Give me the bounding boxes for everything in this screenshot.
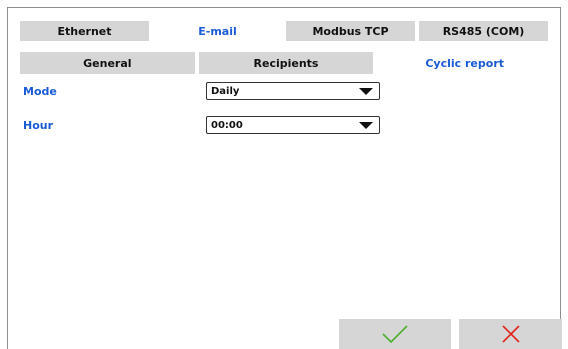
chevron-down-icon — [359, 122, 373, 129]
mode-select-value: Daily — [211, 85, 240, 97]
settings-panel: Ethernet E-mail Modbus TCP RS485 (COM) G… — [7, 7, 562, 349]
chevron-down-icon — [359, 88, 373, 95]
subtab-recipients[interactable]: Recipients — [198, 52, 374, 74]
hour-row: Hour 00:00 — [20, 116, 548, 134]
tab-ethernet[interactable]: Ethernet — [20, 21, 149, 41]
close-icon — [501, 325, 520, 343]
tab-email[interactable]: E-mail — [153, 21, 282, 41]
tab-modbus-tcp[interactable]: Modbus TCP — [286, 21, 415, 41]
mode-row: Mode Daily — [20, 82, 548, 100]
confirm-button[interactable] — [339, 319, 451, 349]
sub-tab-bar: General Recipients Cyclic report — [8, 52, 560, 74]
mode-select[interactable]: Daily — [206, 82, 380, 100]
hour-select-value: 00:00 — [211, 119, 243, 131]
main-tab-bar: Ethernet E-mail Modbus TCP RS485 (COM) — [8, 21, 560, 41]
hour-label: Hour — [23, 118, 54, 132]
cancel-button[interactable] — [459, 319, 562, 349]
subtab-general[interactable]: General — [20, 52, 195, 74]
mode-label: Mode — [23, 84, 57, 98]
hour-select[interactable]: 00:00 — [206, 116, 380, 134]
tab-rs485-com[interactable]: RS485 (COM) — [419, 21, 548, 41]
check-icon — [382, 325, 408, 344]
subtab-cyclic-report[interactable]: Cyclic report — [377, 52, 553, 74]
